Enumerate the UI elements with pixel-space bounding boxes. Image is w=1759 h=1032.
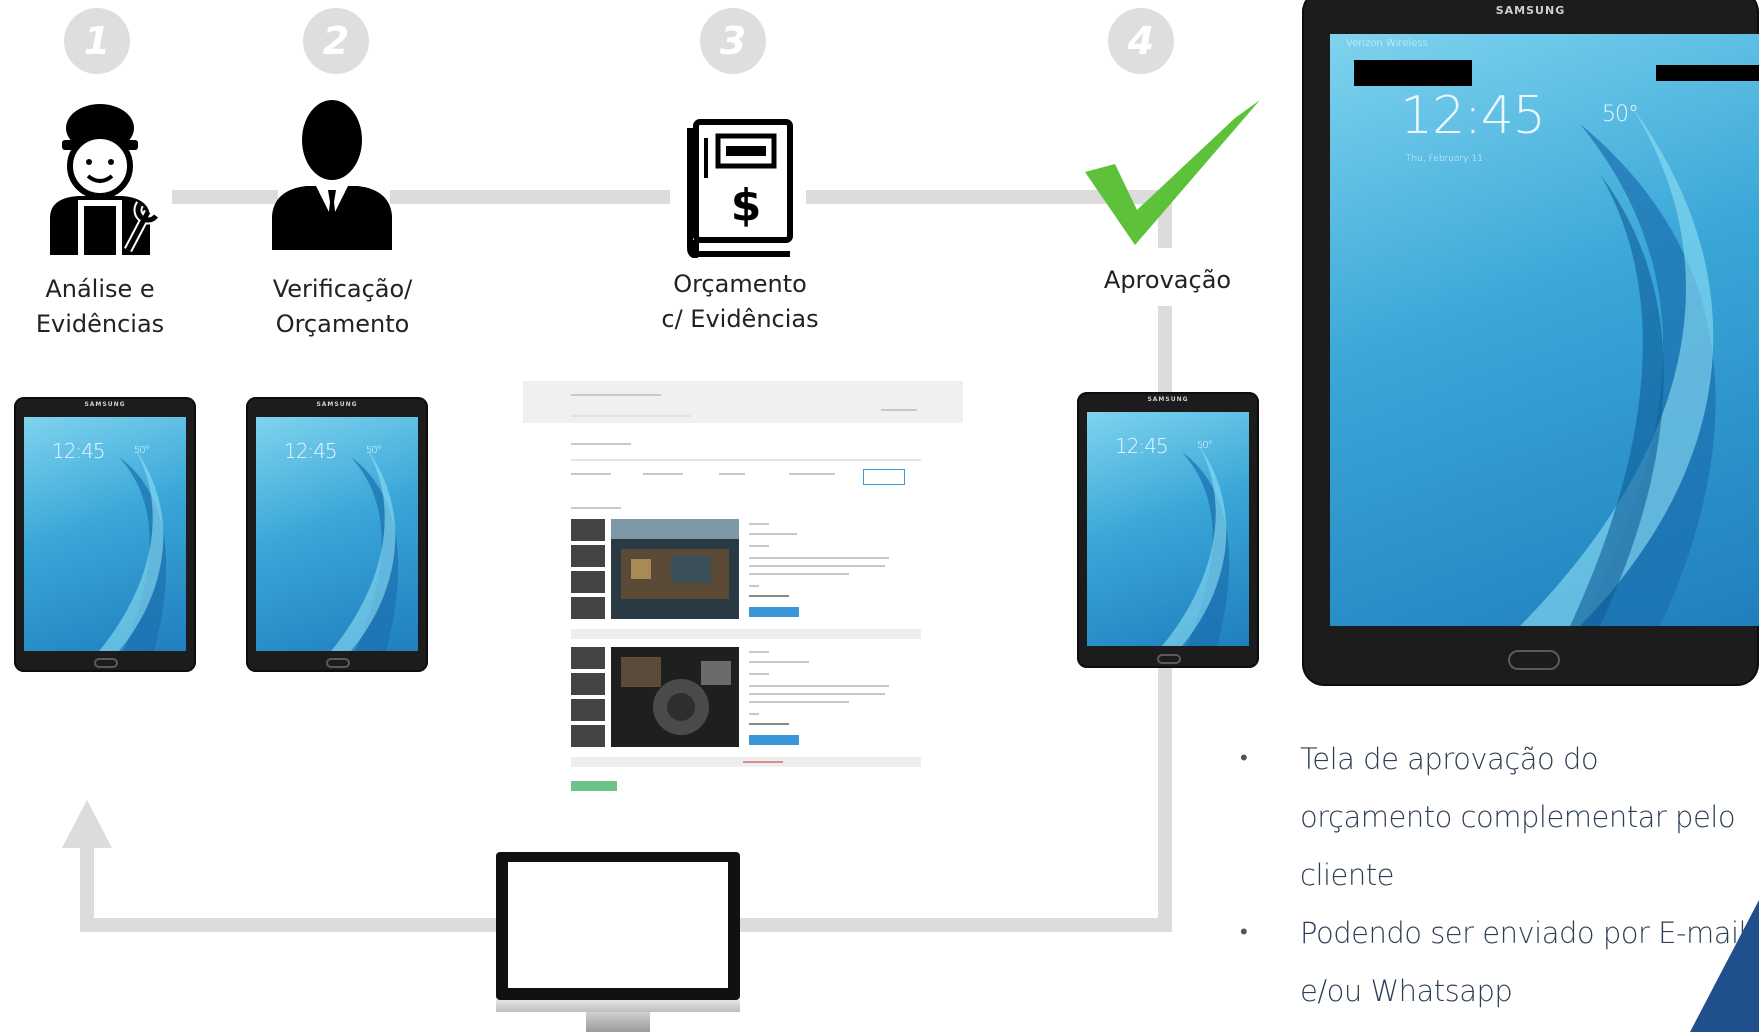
evidence-thumbnail[interactable] [571, 519, 605, 541]
tablet-step-2: SAMSUNG 12:45 50° [246, 397, 428, 672]
decorative-corner-shape [1690, 900, 1759, 1032]
bullet-item: • Tela de aprovação do orçamento complem… [1240, 730, 1750, 904]
tablet-clock: 12:45 [1400, 86, 1546, 146]
tablet-weather: 50° [134, 445, 150, 456]
step-label-3-line2: c/ Evidências [661, 305, 819, 333]
tablet-weather: 50° [366, 445, 382, 456]
flow-track-top-2 [390, 190, 670, 204]
tablet-weather: 50° [1602, 102, 1639, 127]
tablet-brand: SAMSUNG [1147, 396, 1189, 403]
approve-item-button[interactable] [749, 735, 799, 745]
tablet-carrier: Verizon Wireless [1346, 38, 1428, 49]
tablet-step-4: SAMSUNG 12:45 50° [1077, 392, 1259, 668]
step-number-4: 4 [1108, 8, 1174, 74]
evidence-photo [611, 647, 739, 747]
evidence-thumbnail[interactable] [571, 571, 605, 593]
bullet-list: • Tela de aprovação do orçamento complem… [1240, 730, 1750, 1020]
step-label-2-line2: Orçamento [275, 310, 410, 338]
price-book-icon: $ [687, 119, 793, 258]
flow-track-left-vertical [80, 846, 94, 932]
redaction-bar [1656, 65, 1759, 81]
tablet-brand: SAMSUNG [84, 401, 126, 408]
tablet-clock: 12:45 [52, 439, 106, 463]
bullet-item: • Podendo ser enviado por E-mail e/ou Wh… [1240, 904, 1750, 1020]
evidence-thumbnail[interactable] [571, 725, 605, 747]
evidence-thumbnail[interactable] [571, 699, 605, 721]
home-button [326, 658, 350, 668]
tablet-step-1: SAMSUNG 12:45 50° [14, 397, 196, 672]
step-label-1: Análise e Evidências [20, 272, 180, 342]
step-number-1: 1 [64, 8, 130, 74]
bullet-dot-icon: • [1240, 920, 1248, 945]
step-label-3: Orçamento c/ Evidências [640, 267, 840, 337]
businessman-icon [272, 100, 392, 250]
checkmark-icon [1085, 100, 1260, 245]
step-label-1-line1: Análise e [45, 275, 155, 303]
redaction-bar [1354, 60, 1472, 86]
monitor-bezel [496, 1000, 740, 1012]
tablet-screen: 12:45 50° [1087, 412, 1249, 646]
step-label-4: Aprovação [1090, 263, 1245, 298]
tablet-brand: SAMSUNG [316, 401, 358, 408]
approve-item-button[interactable] [749, 607, 799, 617]
step-label-2: Verificação/ Orçamento [250, 272, 435, 342]
bullet-text-1: Tela de aprovação do orçamento complemen… [1300, 742, 1736, 892]
tablet-screen: Verizon Wireless 12:45 50° Thu, February… [1330, 34, 1759, 626]
tablet-screen: 12:45 50° [256, 417, 418, 651]
home-button [1508, 650, 1560, 670]
monitor-icon [496, 852, 740, 1000]
evidence-thumbnail[interactable] [571, 545, 605, 567]
tablet-brand: SAMSUNG [1495, 4, 1566, 17]
step-label-4-line1: Aprovação [1103, 266, 1232, 294]
tablet-large: SAMSUNG Verizon Wireless 12:45 50° Thu, … [1302, 0, 1759, 686]
budget-web-page [523, 381, 963, 821]
submit-approval-button[interactable] [571, 781, 617, 791]
monitor-screen [508, 862, 728, 988]
monitor-stand [586, 1012, 650, 1032]
evidence-thumbnail[interactable] [571, 647, 605, 669]
evidence-thumbnail[interactable] [571, 673, 605, 695]
mechanic-icon [50, 104, 160, 255]
step-label-2-line1: Verificação/ [272, 275, 413, 303]
tablet-weather: 50° [1197, 440, 1213, 451]
up-arrow-icon [62, 800, 112, 848]
step-label-3-line1: Orçamento [673, 270, 807, 298]
evidence-photo [611, 519, 739, 619]
step-number-2: 2 [303, 8, 369, 74]
svg-text:$: $ [731, 180, 762, 231]
tablet-clock: 12:45 [1115, 434, 1169, 458]
home-button [1157, 654, 1181, 664]
home-button [94, 658, 118, 668]
step-label-1-line2: Evidências [35, 310, 165, 338]
flow-track-top-1 [172, 190, 278, 204]
tablet-screen: 12:45 50° [24, 417, 186, 651]
bullet-text-2: Podendo ser enviado por E-mail e/ou What… [1300, 916, 1747, 1008]
bullet-dot-icon: • [1240, 746, 1248, 771]
tablet-clock: 12:45 [284, 439, 338, 463]
step-number-3: 3 [700, 8, 766, 74]
tablet-date: Thu, February 11 [1406, 154, 1483, 164]
evidence-thumbnail[interactable] [571, 597, 605, 619]
